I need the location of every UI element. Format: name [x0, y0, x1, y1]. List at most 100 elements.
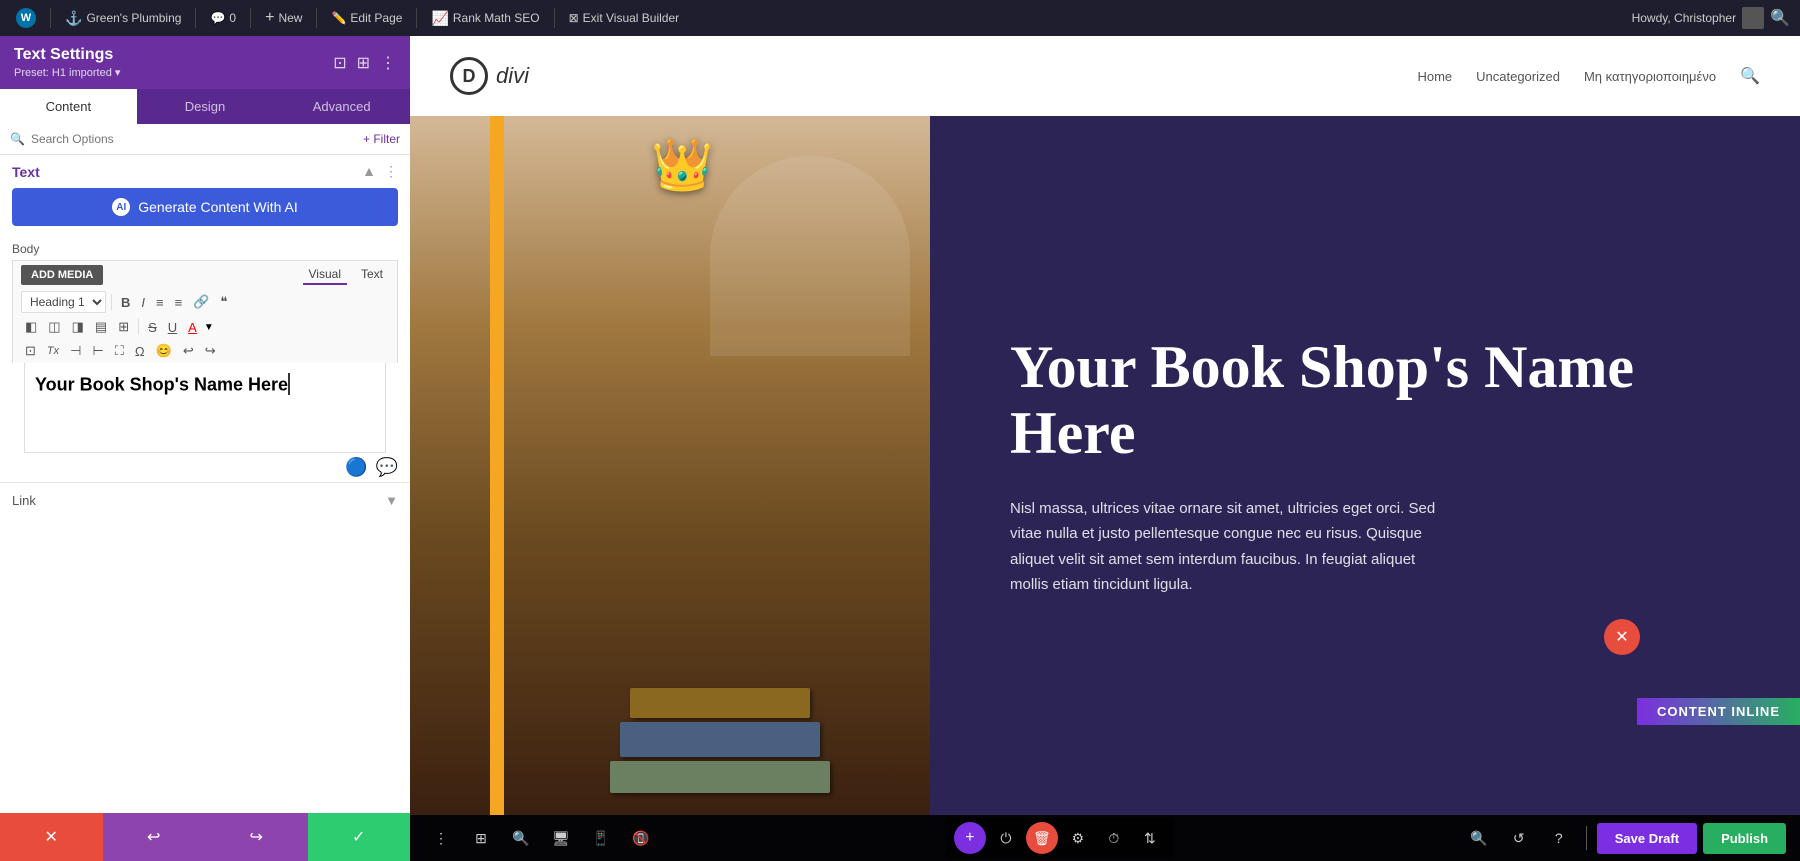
builder-search-icon[interactable]: 🔍 — [504, 821, 538, 855]
fullscreen-button[interactable]: ⛶ — [111, 341, 128, 361]
comments-item[interactable]: 💬 0 — [204, 0, 242, 36]
nav-link-uncategorized[interactable]: Uncategorized — [1476, 69, 1560, 84]
panel-header-icons: ⊡ ⊞ ⋮ — [333, 53, 396, 73]
undo-button[interactable]: ↩ — [103, 813, 206, 861]
body-label: Body — [0, 238, 410, 260]
text-editor-area[interactable]: Your Book Shop's Name Here — [24, 363, 386, 453]
tab-design[interactable]: Design — [137, 89, 274, 124]
add-media-button[interactable]: ADD MEDIA — [21, 265, 103, 285]
tab-advanced[interactable]: Advanced — [273, 89, 410, 124]
builder-undo-icon[interactable]: ↺ — [1502, 821, 1536, 855]
paste-text-button[interactable]: ⊡ — [21, 341, 40, 361]
yellow-bar — [490, 116, 504, 815]
center-action-bar: + ⏻ 🗑 ⚙ ⏱ ⇅ — [946, 818, 1174, 858]
align-justify-button[interactable]: ▤ — [91, 317, 111, 337]
books-background — [410, 116, 930, 815]
outdent-button[interactable]: ⊢ — [88, 341, 107, 361]
builder-zoom-icon[interactable]: 🔍 — [1462, 821, 1496, 855]
builder-pages-icon[interactable]: ⊞ — [464, 821, 498, 855]
person-silhouette — [710, 156, 910, 356]
undo-editor-button[interactable]: ↩ — [179, 341, 198, 361]
wp-logo[interactable]: W — [10, 0, 42, 36]
filter-button[interactable]: + Filter — [363, 132, 400, 146]
rank-math-item[interactable]: 📈 Rank Math SEO — [425, 0, 545, 36]
heading-select[interactable]: Heading 1 — [21, 291, 106, 313]
color-button[interactable]: A — [184, 318, 201, 337]
panel-preset[interactable]: Preset: H1 imported ▾ — [14, 66, 120, 79]
builder-mobile-icon[interactable]: 📵 — [624, 821, 658, 855]
strikethrough-button[interactable]: S — [144, 318, 161, 337]
redo-editor-button[interactable]: ↪ — [201, 341, 220, 361]
nav-link-greek[interactable]: Μη κατηγοριοποιημένο — [1584, 69, 1716, 84]
module-settings-icon[interactable]: ⚙ — [1062, 822, 1094, 854]
edit-page-item[interactable]: ✏️ Edit Page — [325, 0, 408, 36]
ol-button[interactable]: ≡ — [171, 293, 187, 312]
editor-tab-text[interactable]: Text — [355, 265, 389, 285]
exit-builder-item[interactable]: ⊠ Exit Visual Builder — [563, 0, 686, 36]
ul-button[interactable]: ≡ — [152, 293, 168, 312]
quote-button[interactable]: ❝ — [216, 292, 231, 312]
panel-expand-icon[interactable]: ⊡ — [333, 53, 346, 73]
align-left-button[interactable]: ◧ — [21, 317, 41, 337]
module-timer-icon[interactable]: ⏱ — [1098, 822, 1130, 854]
generate-ai-button[interactable]: AI Generate Content With AI — [12, 188, 398, 226]
link-section[interactable]: Link ▼ — [0, 482, 410, 518]
italic-button[interactable]: I — [137, 293, 149, 312]
publish-button[interactable]: Publish — [1703, 823, 1786, 854]
canvas-wrapper: 👑 — [410, 116, 1800, 861]
add-module-button[interactable]: + — [954, 822, 986, 854]
underline-button[interactable]: U — [164, 318, 181, 337]
site-name-item[interactable]: ⚓ Green's Plumbing — [59, 0, 187, 36]
align-center-button[interactable]: ◫ — [44, 317, 64, 337]
new-item[interactable]: + New — [259, 0, 308, 36]
toolbar-row-3: ⊡ Tx ⊣ ⊢ ⛶ Ω 😊 ↩ ↪ — [12, 339, 398, 363]
toolbar-row-2: ◧ ◫ ◨ ▤ ⊞ S U A ▼ — [12, 315, 398, 339]
nav-links: Home Uncategorized Μη κατηγοριοποιημένο … — [1417, 66, 1760, 86]
builder-bottom-toolbar: ⋮ ⊞ 🔍 🖥 📱 📵 + ⏻ 🗑 ⚙ ⏱ ⇅ — [410, 815, 1800, 861]
builder-responsive-icon[interactable]: 🖥 — [544, 821, 578, 855]
user-avatar[interactable] — [1742, 7, 1764, 29]
book-3 — [610, 761, 830, 793]
emoji-button[interactable]: 😊 — [152, 341, 176, 361]
builder-tablet-icon[interactable]: 📱 — [584, 821, 618, 855]
nav-link-home[interactable]: Home — [1417, 69, 1452, 84]
books-visual — [510, 361, 930, 815]
builder-settings-icon[interactable]: ⋮ — [424, 821, 458, 855]
topbar-search-icon[interactable]: 🔍 — [1770, 8, 1790, 28]
tab-content[interactable]: Content — [0, 89, 137, 124]
search-options-input[interactable] — [31, 132, 357, 146]
crown-decoration: 👑 — [651, 136, 713, 195]
align-right-button[interactable]: ◨ — [68, 317, 88, 337]
logo-text: divi — [496, 63, 529, 89]
builder-help-icon[interactable]: ? — [1542, 821, 1576, 855]
link-button[interactable]: 🔗 — [189, 292, 213, 312]
confirm-button[interactable]: ✓ — [308, 813, 411, 861]
table-button[interactable]: ⊞ — [114, 317, 133, 337]
format-button[interactable]: Tx — [43, 343, 63, 359]
section-collapse-icon[interactable]: ▲ — [362, 163, 376, 180]
panel-more-icon[interactable]: ⋮ — [380, 53, 396, 73]
special-char-button[interactable]: Ω — [131, 342, 149, 361]
chat-bubble-icon[interactable]: 💬 — [376, 457, 398, 478]
separator-4 — [316, 8, 317, 28]
bold-button[interactable]: B — [117, 293, 134, 312]
plus-icon: + — [265, 9, 274, 27]
logo-circle: D — [450, 57, 488, 95]
section-header: Text ▲ ⋮ — [0, 155, 410, 188]
save-draft-button[interactable]: Save Draft — [1597, 823, 1697, 854]
indent-button[interactable]: ⊣ — [66, 341, 85, 361]
delete-module-button[interactable]: 🗑 — [1026, 822, 1058, 854]
power-icon[interactable]: ⏻ — [990, 822, 1022, 854]
section-more-icon[interactable]: ⋮ — [384, 163, 398, 180]
panel-grid-icon[interactable]: ⊞ — [357, 53, 370, 73]
pencil-icon: ✏️ — [331, 11, 346, 25]
nav-search-icon[interactable]: 🔍 — [1740, 66, 1760, 86]
cancel-button[interactable]: ✕ — [0, 813, 103, 861]
module-sort-icon[interactable]: ⇅ — [1134, 822, 1166, 854]
editor-container: ADD MEDIA Visual Text Heading 1 B I ≡ ≡ — [12, 260, 398, 482]
redo-button[interactable]: ↪ — [205, 813, 308, 861]
editor-tab-visual[interactable]: Visual — [303, 265, 347, 285]
edit-page-label: Edit Page — [350, 11, 402, 25]
color-arrow: ▼ — [204, 322, 214, 333]
close-float-button[interactable]: ✕ — [1604, 619, 1640, 655]
